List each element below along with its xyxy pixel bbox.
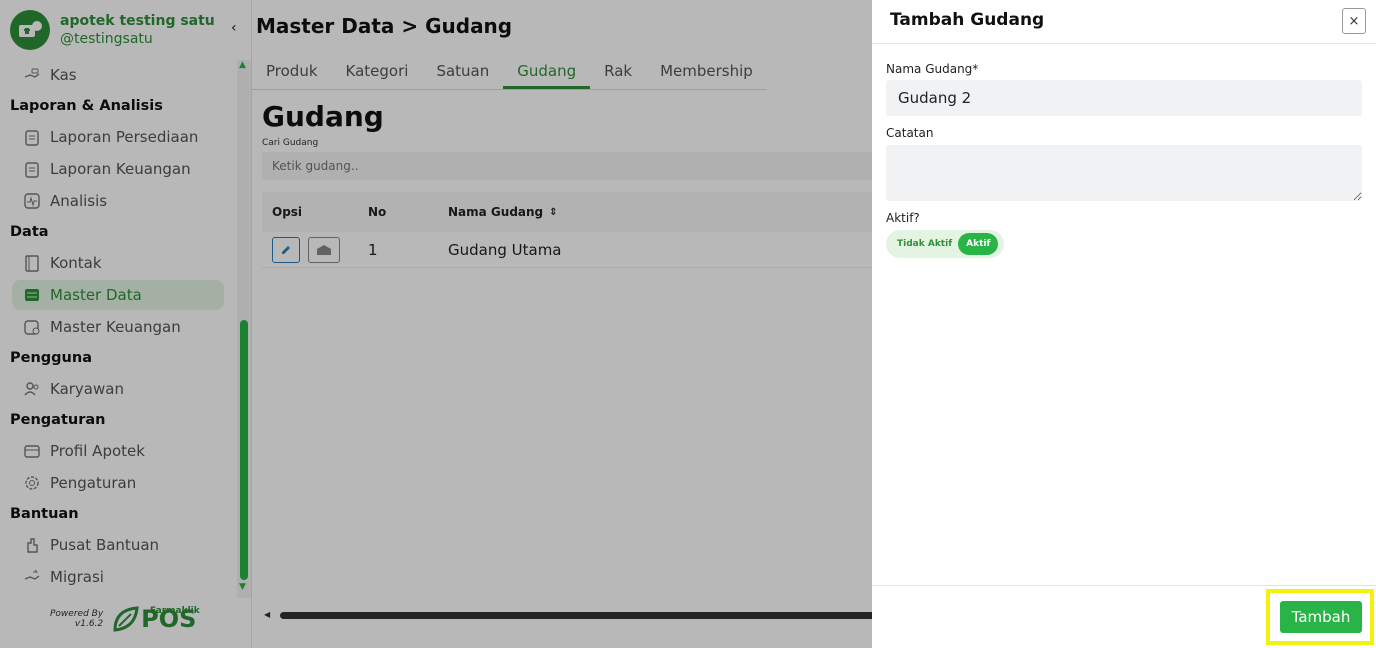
catatan-textarea[interactable] [886,145,1362,201]
modal-overlay[interactable] [0,0,872,648]
toggle-option-aktif[interactable]: Aktif [958,233,998,255]
tambah-gudang-drawer: Tambah Gudang × Nama Gudang* Catatan Akt… [872,0,1376,648]
highlight-box [1266,589,1374,645]
catatan-label: Catatan [886,126,933,140]
nama-gudang-input[interactable] [886,80,1362,116]
app-window: apotek testing satu @testingsatu ‹ Kas L… [0,0,1376,648]
drawer-title: Tambah Gudang [890,10,1044,30]
aktif-toggle[interactable]: Tidak Aktif Aktif [886,230,1004,258]
close-icon[interactable]: × [1342,8,1366,34]
nama-gudang-label: Nama Gudang* [886,62,978,76]
aktif-label: Aktif? [886,211,920,225]
toggle-option-tidak-aktif[interactable]: Tidak Aktif [889,239,958,249]
drawer-header: Tambah Gudang × [872,0,1376,44]
